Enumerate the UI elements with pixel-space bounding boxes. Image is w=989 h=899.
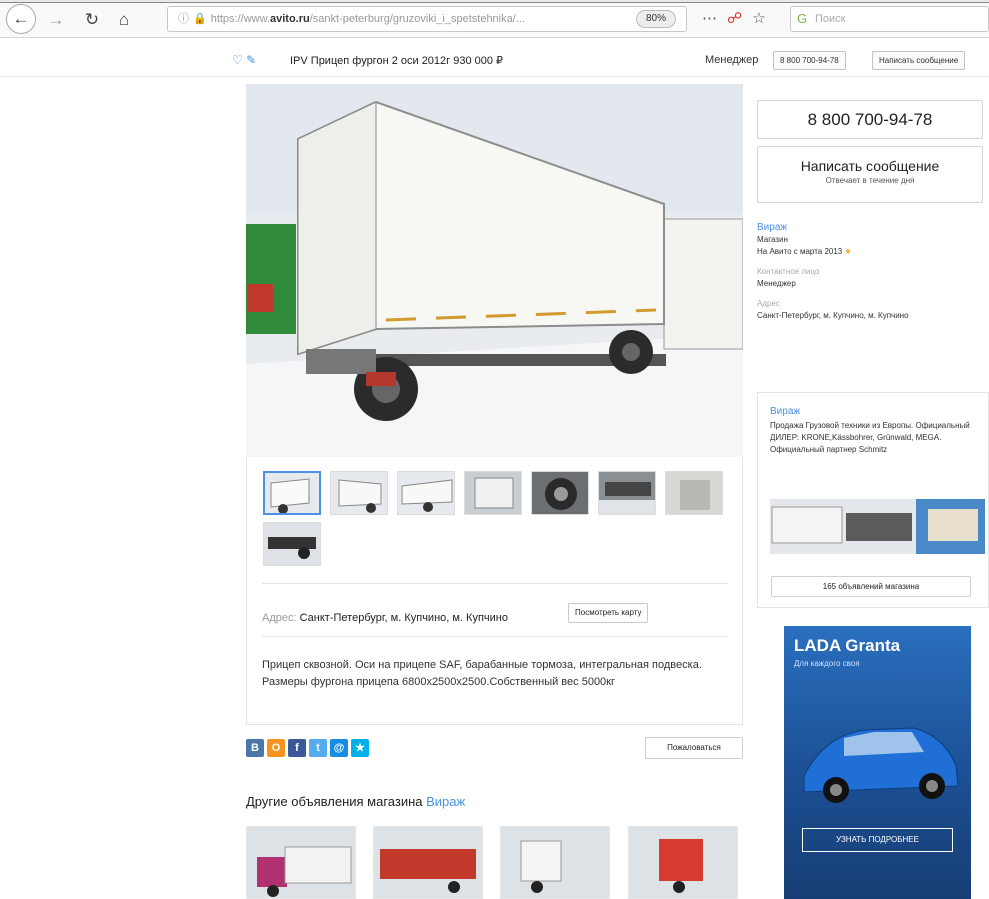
sticky-phone-button[interactable]: 8 800 700-94-78 (773, 51, 846, 70)
thumb-image-8 (264, 523, 320, 565)
store-name-link[interactable]: Вираж (770, 406, 800, 417)
bookmark-star-icon[interactable]: ☆ (752, 10, 775, 27)
address-value: Санкт-Петербург, м. Купчино, м. Купчино (299, 612, 508, 624)
listing-description: Прицеп сквозной. Оси на прицепе SAF, бар… (262, 659, 702, 688)
info-icon[interactable]: ⓘ (178, 13, 189, 25)
thumbnail-5[interactable] (531, 471, 589, 515)
seller-name-link[interactable]: Вираж (757, 222, 987, 234)
other-listings-label: Другие объявления магазина (246, 794, 423, 809)
home-button[interactable]: ⌂ (112, 8, 136, 32)
back-button[interactable]: ← (6, 4, 36, 34)
thumbnail-2[interactable] (330, 471, 388, 515)
vk-share-icon[interactable]: В (246, 739, 264, 757)
address-row: Адрес: Санкт-Петербург, м. Купчино, м. К… (262, 612, 508, 624)
thumb-image-2 (331, 472, 387, 514)
medal-icon: ★ (844, 247, 852, 256)
listing-title: IPV Прицеп фургон 2 оси 2012г 930 000 ₽ (290, 55, 504, 67)
reload-button[interactable]: ↻ (80, 8, 104, 32)
url-prefix: https://www. (210, 13, 270, 25)
thumb-image-5 (532, 472, 588, 514)
message-subtitle: Отвечает в течение дня (825, 176, 915, 185)
url-bar[interactable]: ⓘ 🔒 https://www.avito.ru/sankt-peterburg/g… (167, 6, 687, 32)
trailer-photo (246, 84, 743, 457)
thumb-image-3 (398, 472, 454, 514)
thumbnail-3[interactable] (397, 471, 455, 515)
message-title: Написать сообщение (800, 158, 940, 174)
thumb-image-1 (265, 473, 319, 513)
sticky-message-button[interactable]: Написать сообщение (872, 51, 966, 70)
store-description: Продажа Грузовой техники из Европы. Офиц… (770, 421, 970, 454)
other-listings-title: Другие объявления магазина Вираж (246, 794, 465, 809)
store-link[interactable]: Вираж (426, 794, 465, 809)
search-placeholder: Поиск (815, 13, 846, 25)
divider (262, 583, 728, 584)
sticky-header: ♡ ✎ IPV Прицеп фургон 2 оси 2012г 930 00… (0, 45, 989, 77)
forward-button[interactable]: → (44, 8, 68, 32)
show-phone-button[interactable]: 8 800 700-94-78 (757, 100, 983, 139)
show-map-button[interactable]: Посмотреть карту (568, 603, 649, 623)
store-banner[interactable] (770, 499, 985, 554)
thumb-image-6 (599, 472, 655, 514)
search-engine-icon: G (797, 11, 808, 26)
thumb-image-7 (666, 472, 722, 514)
search-input[interactable]: G Поиск (790, 6, 989, 32)
facebook-share-icon[interactable]: f (288, 739, 306, 757)
contact-person: Менеджер (757, 279, 796, 288)
other-listing-image-1 (247, 827, 355, 898)
other-listing-4[interactable] (628, 826, 738, 899)
pocket-icon[interactable]: ☍ (727, 10, 752, 27)
store-banner-image (770, 499, 985, 554)
url-path: /sankt-peterburg/gruzoviki_i_spetstehnik… (309, 13, 525, 25)
address-label: Адрес: (262, 612, 297, 624)
ad-cta-button[interactable]: УЗНАТЬ ПОДРОБНЕЕ (802, 828, 953, 852)
car-illustration (803, 727, 959, 803)
thumb-image-4 (465, 472, 521, 514)
seller-type: Магазин (757, 235, 788, 244)
contact-person-label: Контактное лицо (757, 267, 820, 276)
ok-share-icon[interactable]: O (267, 739, 285, 757)
other-listing-image-4 (629, 827, 737, 898)
main-photo[interactable] (246, 84, 743, 457)
other-listing-1[interactable] (246, 826, 356, 899)
url-domain: avito.ru (270, 13, 310, 25)
thumbnail-7[interactable] (665, 471, 723, 515)
toolbar-icons: ⋯☍☆ (702, 9, 776, 27)
manager-label: Менеджер (705, 54, 759, 66)
divider (262, 636, 728, 637)
more-icon[interactable]: ⋯ (702, 10, 727, 27)
seller-address-label: Адрес (757, 299, 780, 308)
zoom-indicator[interactable]: 80% (636, 10, 676, 28)
seller-since: На Авито с марта 2013 ★ (757, 246, 987, 258)
seller-info: Вираж Магазин На Авито с марта 2013 ★ Ко… (757, 222, 987, 322)
other-listing-image-3 (501, 827, 609, 898)
thumbnail-6[interactable] (598, 471, 656, 515)
lock-icon: 🔒 (193, 13, 207, 25)
report-button[interactable]: Пожаловаться (645, 737, 743, 759)
browser-toolbar: ← → ↻ ⌂ ⓘ 🔒 https://www.avito.ru/sankt-pet… (0, 0, 989, 38)
ad-banner[interactable]: LADA Granta Для каждого своя УЗНАТЬ ПОДР… (784, 626, 971, 899)
other-listing-image-2 (374, 827, 482, 898)
seller-since-text: На Авито с марта 2013 (757, 247, 843, 256)
tab-strip (0, 0, 989, 3)
thumbnail-1[interactable] (263, 471, 321, 515)
seller-address: Санкт-Петербург, м. Купчино, м. Купчино (757, 311, 909, 320)
write-message-button[interactable]: Написать сообщение Отвечает в течение дн… (757, 146, 983, 203)
favorite-icon[interactable]: ♡ ✎ (232, 53, 256, 67)
thumbnail-8[interactable] (263, 522, 321, 566)
thumbnail-4[interactable] (464, 471, 522, 515)
mailru-share-icon[interactable]: @ (330, 739, 348, 757)
other-listing-2[interactable] (373, 826, 483, 899)
other-listing-3[interactable] (500, 826, 610, 899)
store-listings-button[interactable]: 165 объявлений магазина (771, 576, 971, 597)
lj-share-icon[interactable]: ★ (351, 739, 369, 757)
twitter-share-icon[interactable]: t (309, 739, 327, 757)
